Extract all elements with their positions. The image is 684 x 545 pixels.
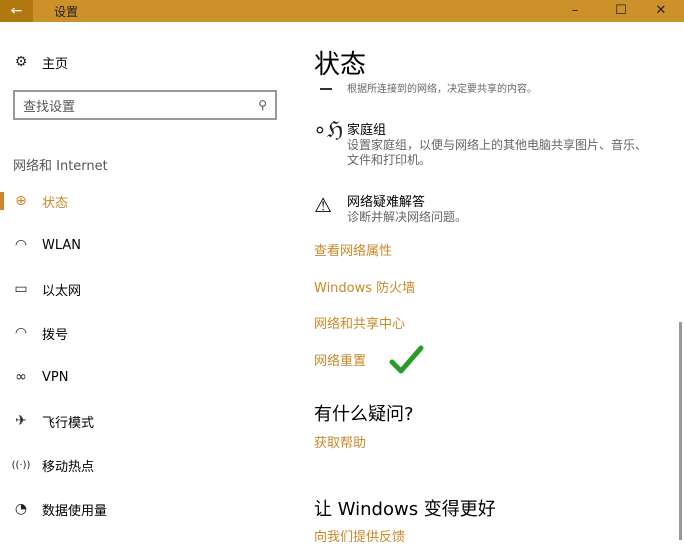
page-title: 状态 [314,50,367,80]
item-label: 状态 [42,195,69,211]
item-label: WLAN [42,237,82,253]
section-heading: 网络和 Internet [13,159,108,174]
homegroup-icon[interactable]: ∘ℌ [313,118,343,143]
item-label: 飞行模式 [42,415,95,431]
item-label: VPN [42,369,69,385]
sidebar-item-ethernet[interactable]: ▭ 以太网 [0,271,300,307]
wifi-icon: ◠ [14,237,28,253]
firewall-link[interactable]: Windows 防火墙 [314,277,415,296]
scrollbar[interactable] [679,322,682,540]
sidebar-home[interactable]: ⚙ 主页 [0,44,300,80]
hotspot-icon: ((·)) [11,459,31,471]
troubleshoot-desc: 诊断并解决网络问题。 [347,210,468,224]
vpn-icon: ∞ [15,369,27,385]
clipped-icon [320,88,332,90]
sidebar-item-dialup[interactable]: ◠ 拨号 [0,315,300,351]
question-heading: 有什么疑问? [314,404,414,425]
ethernet-icon: ▭ [14,281,28,297]
troubleshoot-title[interactable]: 网络疑难解答 [347,191,425,210]
homegroup-title[interactable]: 家庭组 [347,119,386,138]
back-button[interactable]: ← [0,0,33,22]
airplane-icon: ✈ [15,413,27,429]
get-help-link[interactable]: 获取帮助 [314,432,366,451]
search-icon: ⚲ [258,98,267,112]
sidebar-item-status[interactable]: ⊕ 状态 [0,183,300,219]
close-button[interactable]: ✕ [638,0,684,22]
window-title: 设置 [54,5,79,19]
check-mark-icon [389,345,424,374]
sidebar-item-vpn[interactable]: ∞ VPN [0,359,300,395]
homegroup-desc: 设置家庭组，以便与网络上的其他电脑共享图片、音乐、 [347,138,648,152]
title-bar: ← 设置 – ☐ ✕ [0,0,684,22]
feedback-link[interactable]: 向我们提供反馈 [314,526,405,545]
data-usage-icon: ◔ [14,501,28,517]
item-label: 拨号 [42,327,69,343]
search-placeholder: 查找设置 [23,99,76,115]
network-properties-link[interactable]: 查看网络属性 [314,240,392,259]
clipped-row: 根据所连接到的网络，决定要共享的内容。 [0,78,684,96]
gear-icon: ⚙ [14,54,28,70]
minimize-button[interactable]: – [552,0,598,22]
network-reset-link[interactable]: 网络重置 [314,350,366,369]
sidebar-item-data-usage[interactable]: ◔ 数据使用量 [0,491,300,527]
globe-icon: ⊕ [15,193,27,209]
improve-heading: 让 Windows 变得更好 [314,499,496,520]
sidebar-item-wlan[interactable]: ◠ WLAN [0,227,300,263]
item-label: 移动热点 [42,459,95,475]
item-label: 数据使用量 [42,503,108,519]
warning-icon[interactable]: ⚠ [314,193,332,217]
item-label: 以太网 [42,283,82,299]
sidebar-item-hotspot[interactable]: ((·)) 移动热点 [0,447,300,483]
dialup-icon: ◠ [14,325,28,341]
home-label: 主页 [42,56,69,72]
homegroup-desc-2: 文件和打印机。 [347,153,432,167]
sidebar-item-airplane[interactable]: ✈ 飞行模式 [0,403,300,439]
sharing-center-link[interactable]: 网络和共享中心 [314,313,405,332]
clipped-description: 根据所连接到的网络，决定要共享的内容。 [347,84,537,95]
